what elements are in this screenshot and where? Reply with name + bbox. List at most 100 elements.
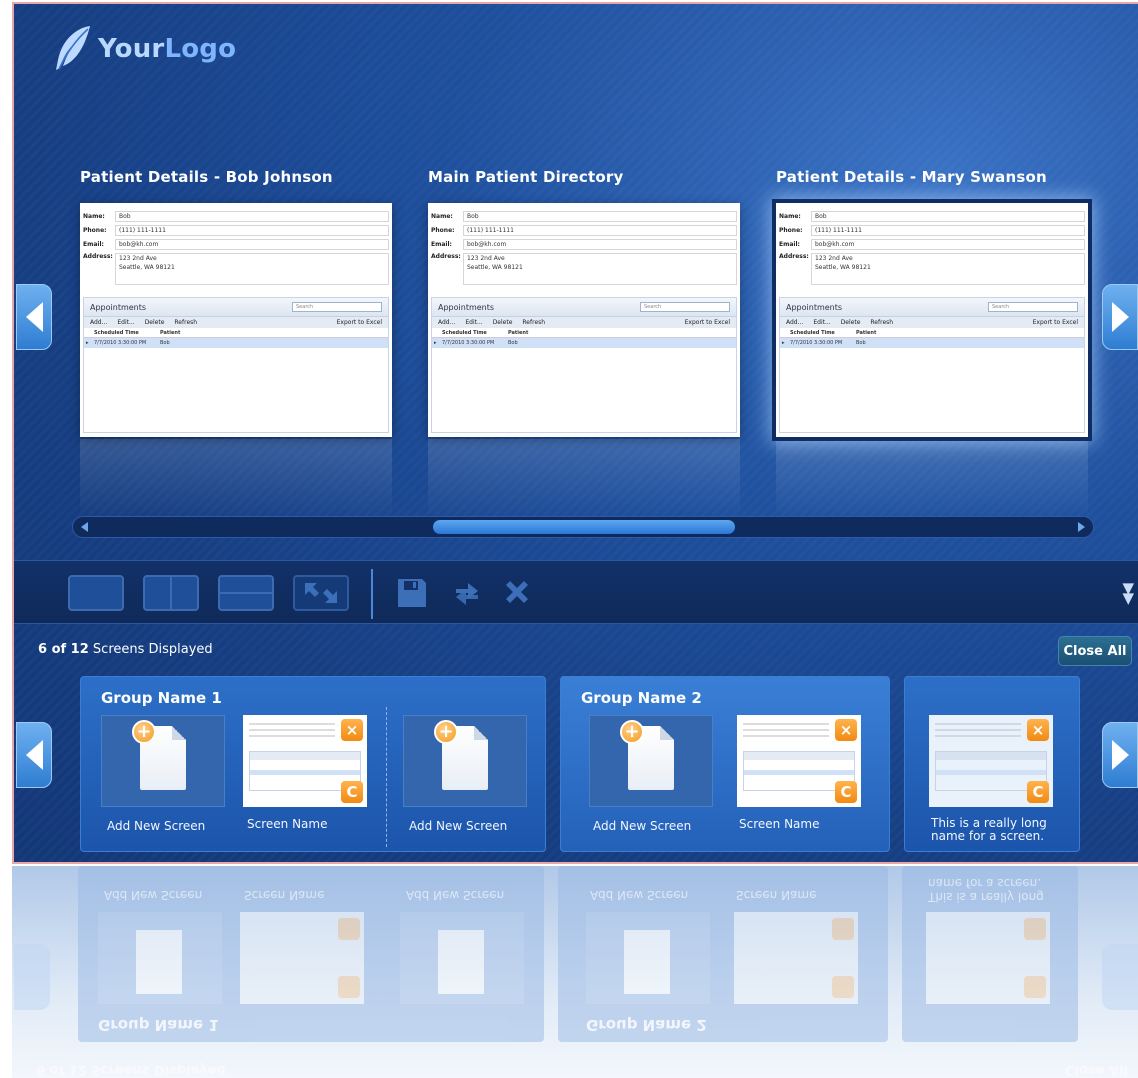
email-value: bob@kh.com [115, 239, 389, 250]
refresh-button: Refresh [174, 319, 198, 326]
reflected-caption: name for a screen. [928, 876, 1042, 890]
add-new-screen-tile[interactable]: + [589, 715, 713, 807]
search-input: Search [292, 302, 382, 312]
edit-button: Edit... [117, 319, 135, 326]
split-vertical-button[interactable] [143, 575, 199, 611]
screens-count-status: 6 of 12 Screens Displayed [38, 642, 213, 657]
collapse-panel-icon[interactable]: ▼ ▼ [1122, 581, 1134, 606]
reflected-badge [832, 918, 854, 940]
column-header: Scheduled Time [790, 329, 835, 336]
group-title: Group Name 2 [581, 689, 702, 707]
tile-caption: This is a really long name for a screen. [931, 817, 1047, 843]
tile-caption: Screen Name [739, 817, 820, 831]
address-value: 123 2nd Ave Seattle, WA 98121 [115, 253, 389, 285]
preview-screenshot[interactable]: Name: Bob Phone: (111) 111-1111 Email: bob@… [772, 199, 1092, 441]
phone-value: (111) 111-1111 [463, 225, 737, 236]
screen-thumbnail-tile[interactable]: × C [243, 715, 367, 807]
close-screen-icon[interactable]: × [835, 719, 857, 741]
delete-button: Delete [492, 319, 513, 326]
preview-prev-button[interactable] [16, 284, 52, 350]
add-button: Add... [90, 319, 108, 326]
export-button: Export to Excel [684, 319, 730, 326]
preview-next-button[interactable] [1102, 284, 1138, 350]
address-line2: Seattle, WA 98121 [815, 264, 871, 271]
preview-title: Patient Details - Bob Johnson [80, 168, 333, 186]
group-title: Group Name 1 [101, 689, 222, 707]
search-input: Search [640, 302, 730, 312]
reflected-group-title: Group Name 2 [586, 1016, 707, 1034]
arrow-right-icon [1111, 740, 1129, 770]
screen-thumbnail-tile[interactable]: × C [737, 715, 861, 807]
reflected-document-icon [624, 930, 670, 994]
table-cell: 7/7/2010 3:30:00 PM [94, 340, 147, 346]
screen-thumbnail-tile[interactable]: × C [929, 715, 1053, 807]
address-line2: Seattle, WA 98121 [119, 264, 175, 271]
reflected-group-title: Group Name 1 [98, 1016, 219, 1034]
save-icon[interactable] [396, 577, 428, 615]
add-new-screen-tile[interactable]: + [403, 715, 527, 807]
preview-screenshot[interactable]: Name: Bob Phone: (111) 111-1111 Email: bob@… [428, 203, 740, 437]
add-new-screen-tile[interactable]: + [101, 715, 225, 807]
scrollbar-thumb[interactable] [433, 520, 735, 534]
arrow-right-icon [1111, 302, 1129, 332]
split-horizontal-button[interactable] [218, 575, 274, 611]
preview-scrollbar[interactable] [72, 516, 1094, 538]
preview-card-2[interactable]: Main Patient Directory Name: Bob Phone: (1… [428, 168, 740, 519]
preview-screenshot[interactable]: Name: Bob Phone: (111) 111-1111 Email: bob@… [80, 203, 392, 437]
feather-icon [56, 26, 90, 70]
swap-screens-button[interactable] [293, 575, 349, 611]
reflected-tile [734, 912, 858, 1004]
mini-form: Name: Bob Phone: (111) 111-1111 Email: bob@… [428, 203, 740, 437]
preview-reflection [776, 439, 1088, 519]
arrow-left-icon [25, 740, 43, 770]
scroll-left-icon[interactable] [81, 522, 88, 532]
preview-card-1[interactable]: Patient Details - Bob Johnson Name: Bob P… [80, 168, 392, 519]
phone-value: (111) 111-1111 [115, 225, 389, 236]
address-line1: 123 2nd Ave [467, 255, 505, 262]
address-label: Address: [779, 253, 809, 260]
preview-title: Patient Details - Mary Swanson [776, 168, 1047, 186]
single-layout-button[interactable] [68, 575, 124, 611]
name-value: Bob [811, 211, 1085, 222]
reflected-tile [926, 912, 1050, 1004]
sync-icon[interactable] [450, 577, 484, 617]
close-all-button[interactable]: Close All [1058, 636, 1132, 666]
groups-next-button[interactable] [1102, 722, 1138, 788]
groups-prev-button[interactable] [16, 722, 52, 788]
email-label: Email: [83, 241, 104, 248]
reflected-group: name for a screen. This is a really long [902, 866, 1078, 1042]
column-header: Patient [856, 329, 877, 336]
reflected-document-icon [438, 930, 484, 994]
close-screen-icon[interactable]: × [1027, 719, 1049, 741]
email-label: Email: [431, 241, 452, 248]
phone-label: Phone: [779, 227, 803, 234]
phone-value: (111) 111-1111 [811, 225, 1085, 236]
tile-caption: Screen Name [247, 817, 328, 831]
c-badge-icon[interactable]: C [835, 781, 857, 803]
add-button: Add... [786, 319, 804, 326]
column-header: Patient [160, 329, 181, 336]
logo-text-prefix: Your [98, 34, 165, 64]
plus-icon: + [132, 720, 156, 744]
reflected-tile [586, 912, 710, 1004]
reflected-arrow [14, 944, 50, 1010]
reflection-content: Add New Screen Screen Name Add New Scree… [12, 866, 1138, 1078]
close-icon[interactable] [502, 577, 532, 613]
name-value: Bob [115, 211, 389, 222]
preview-reflection [428, 439, 740, 519]
address-value: 123 2nd Ave Seattle, WA 98121 [463, 253, 737, 285]
name-label: Name: [431, 213, 453, 220]
reflected-badge [1024, 976, 1046, 998]
c-badge-icon[interactable]: C [1027, 781, 1049, 803]
refresh-button: Refresh [522, 319, 546, 326]
scroll-right-icon[interactable] [1078, 522, 1085, 532]
preview-card-3[interactable]: Patient Details - Mary Swanson Name: Bob … [772, 168, 1092, 519]
table-cell: 7/7/2010 3:30:00 PM [790, 340, 843, 346]
close-screen-icon[interactable]: × [341, 719, 363, 741]
tile-caption: Add New Screen [593, 819, 692, 833]
reflected-caption: Screen Name [736, 888, 817, 902]
delete-button: Delete [144, 319, 165, 326]
reflected-status-suffix: Screens Displayed [86, 1062, 226, 1077]
c-badge-icon[interactable]: C [341, 781, 363, 803]
reflected-status: 6 of 12 Screens Displayed [36, 1062, 226, 1077]
